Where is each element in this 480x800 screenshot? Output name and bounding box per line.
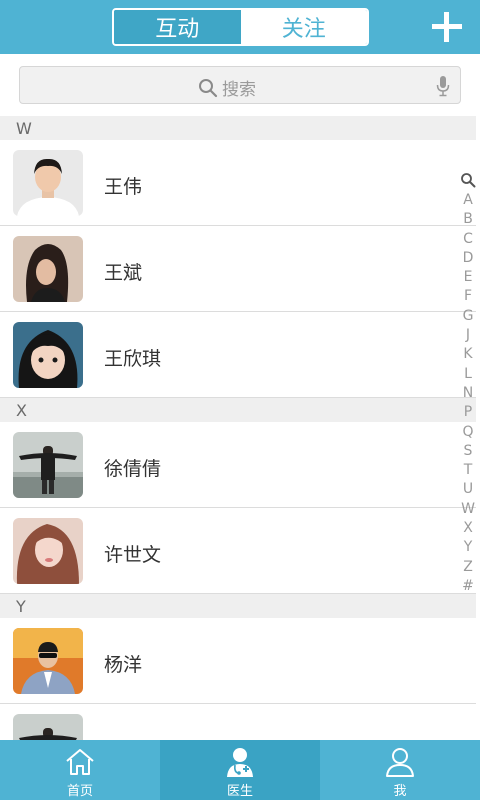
contact-name: 许世文	[104, 544, 162, 566]
contact-name: 王伟	[104, 176, 143, 198]
contact-list[interactable]: W 王伟 王斌 王欣琪 X 徐倩倩 许世文 Y 杨洋	[0, 116, 480, 740]
search-icon	[199, 78, 218, 97]
index-letter[interactable]: Z	[463, 558, 473, 577]
tab-interaction[interactable]: 互动	[114, 10, 241, 44]
avatar	[13, 322, 83, 388]
contact-row[interactable]: 王伟	[0, 140, 476, 226]
bottom-nav: 首页 医生 我	[0, 740, 480, 800]
avatar	[13, 432, 83, 498]
nav-me[interactable]: 我	[320, 740, 480, 800]
avatar	[13, 714, 83, 740]
section-header-y: Y	[0, 594, 476, 618]
index-letter[interactable]: L	[464, 365, 472, 384]
contact-row[interactable]: 王欣琪	[0, 312, 476, 398]
index-letter[interactable]: S	[464, 442, 473, 461]
section-letter: X	[16, 401, 27, 420]
index-letter[interactable]: F	[464, 287, 472, 306]
index-letter[interactable]: #	[462, 577, 474, 596]
search-input[interactable]: 搜索	[19, 66, 461, 104]
contact-row[interactable]: 许世文	[0, 508, 476, 594]
index-letter[interactable]: N	[463, 384, 473, 403]
tab-following[interactable]: 关注	[240, 10, 367, 44]
section-header-x: X	[0, 398, 476, 422]
contact-row[interactable]: 徐倩倩	[0, 422, 476, 508]
index-letter[interactable]: X	[463, 519, 473, 538]
index-letter[interactable]: U	[463, 480, 473, 499]
index-letter[interactable]: Y	[464, 538, 473, 557]
top-bar: 互动 关注	[0, 0, 480, 54]
index-search-icon[interactable]	[460, 172, 476, 188]
contact-row[interactable]	[0, 704, 476, 740]
index-letter[interactable]: P	[464, 403, 472, 422]
nav-doctor[interactable]: 医生	[160, 740, 320, 800]
index-letter[interactable]: B	[463, 210, 473, 229]
avatar	[13, 236, 83, 302]
search-placeholder: 搜索	[222, 80, 256, 100]
section-letter: Y	[16, 597, 26, 616]
nav-home[interactable]: 首页	[0, 740, 160, 800]
microphone-icon[interactable]	[436, 75, 450, 97]
avatar	[13, 150, 83, 216]
index-letter[interactable]: A	[463, 191, 473, 210]
index-letter[interactable]: Q	[462, 423, 473, 442]
contact-name: 王斌	[104, 262, 143, 284]
plus-icon[interactable]	[430, 10, 464, 44]
nav-home-label: 首页	[66, 784, 93, 799]
segmented-control: 互动 关注	[112, 8, 369, 46]
doctor-icon	[227, 748, 253, 777]
index-letter[interactable]: E	[464, 268, 473, 287]
contact-name: 王欣琪	[104, 348, 162, 370]
section-letter: W	[16, 119, 32, 138]
index-letter[interactable]: C	[463, 230, 473, 249]
user-icon	[386, 748, 414, 777]
contact-row[interactable]: 杨洋	[0, 618, 476, 704]
nav-me-label: 我	[393, 784, 407, 799]
index-letter[interactable]: D	[463, 249, 474, 268]
contact-name: 徐倩倩	[104, 458, 162, 480]
avatar	[13, 518, 83, 584]
avatar	[13, 628, 83, 694]
index-letter[interactable]: W	[461, 500, 475, 519]
contact-row[interactable]: 王斌	[0, 226, 476, 312]
index-letter[interactable]: K	[463, 345, 472, 364]
index-letter[interactable]: J	[466, 326, 470, 345]
nav-doctor-label: 医生	[226, 784, 253, 799]
home-icon	[66, 749, 94, 775]
search-area: 搜索	[0, 54, 480, 116]
index-letter[interactable]: G	[463, 307, 474, 326]
section-header-w: W	[0, 116, 476, 140]
index-letter[interactable]: T	[464, 461, 473, 480]
contact-name: 杨洋	[104, 654, 143, 676]
alphabet-index-bar[interactable]: A B C D E F G J K L N P Q S T U W X Y Z #	[458, 172, 478, 596]
